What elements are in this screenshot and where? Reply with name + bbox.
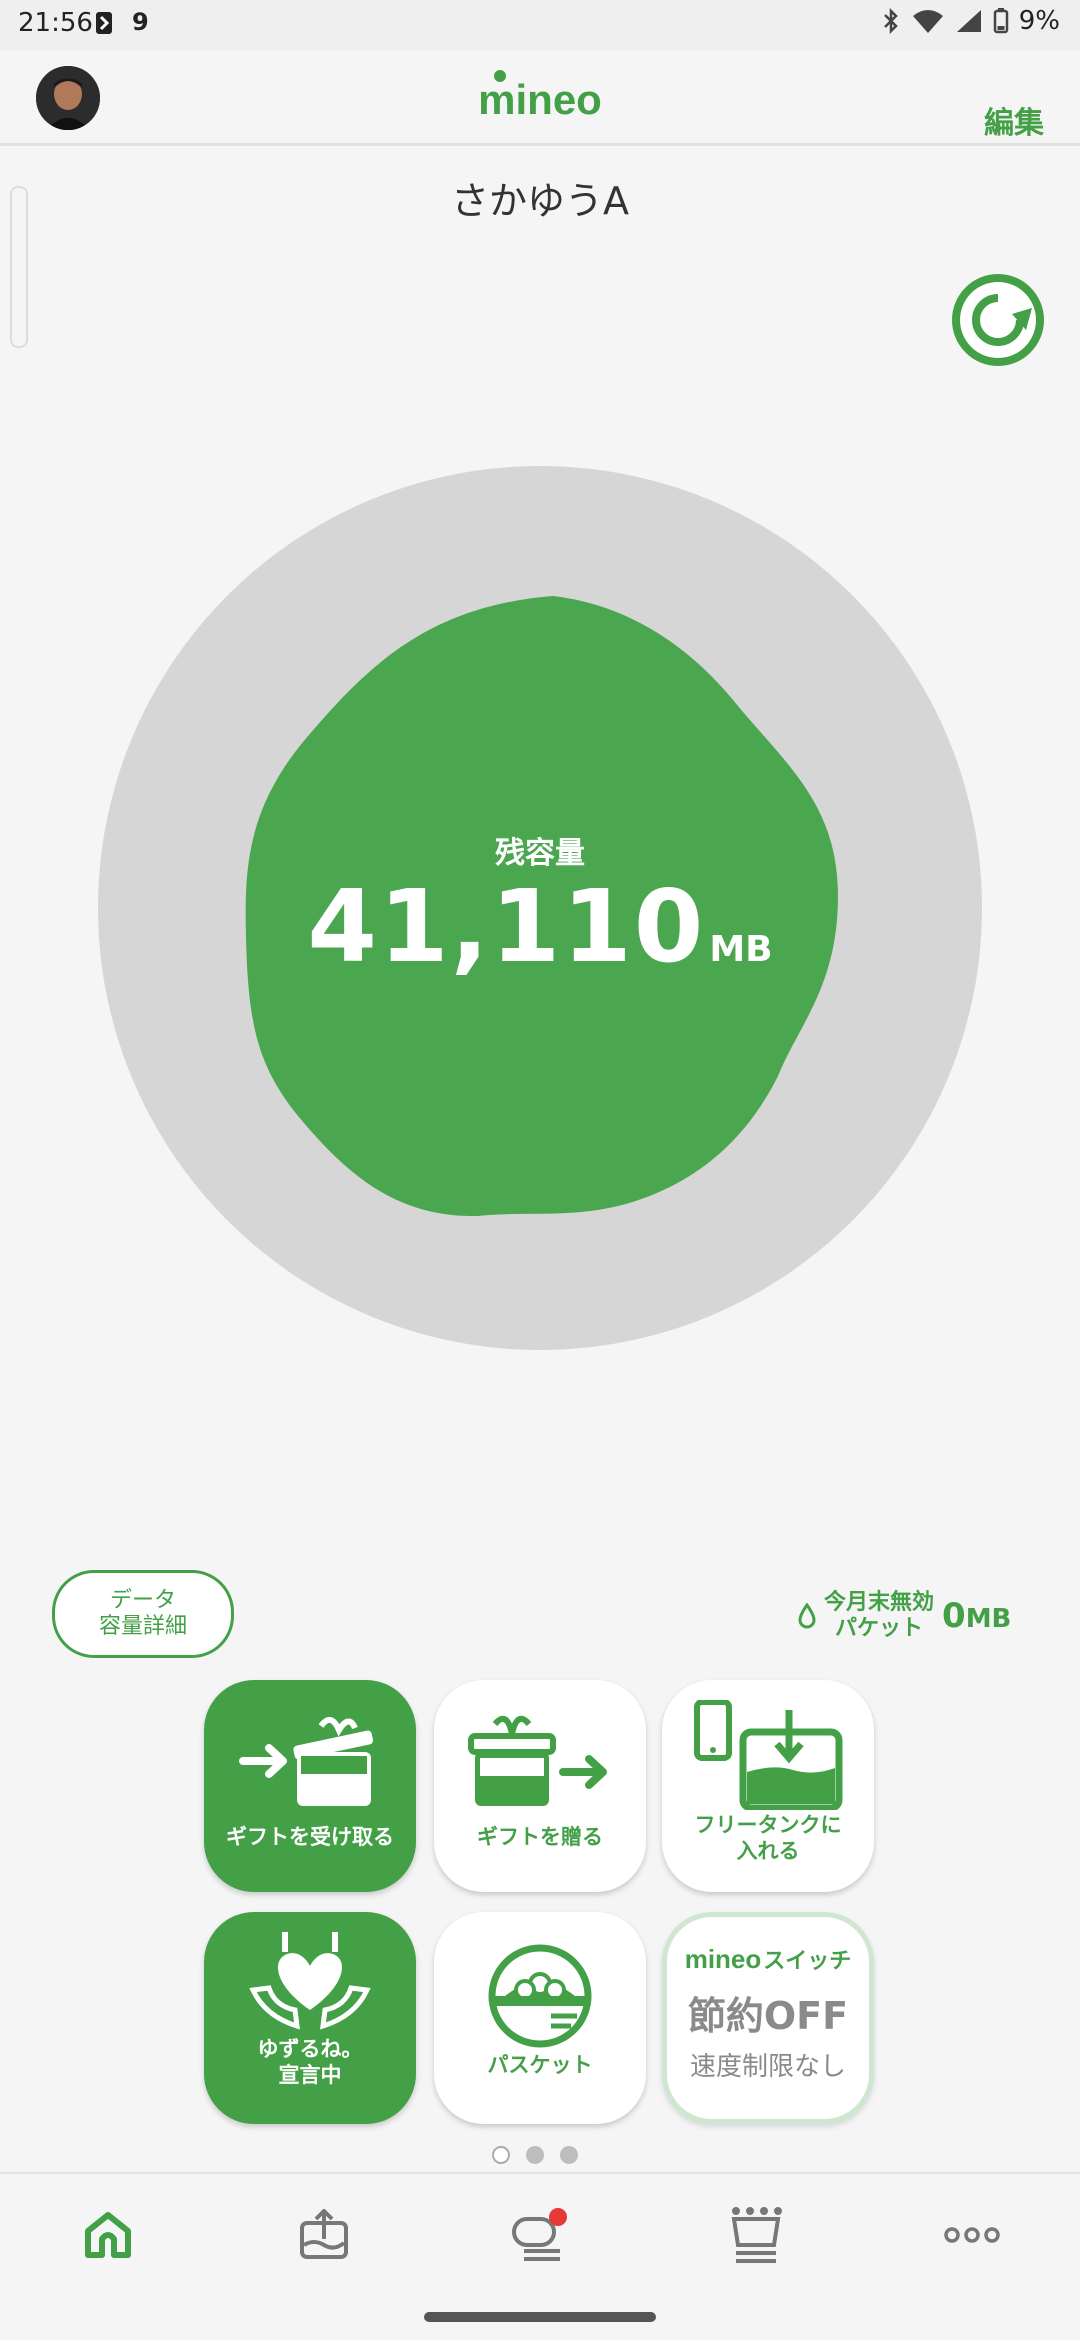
edit-button[interactable]: 編集 bbox=[984, 98, 1044, 142]
status-icons: 9% bbox=[881, 6, 1060, 36]
nav-ranking[interactable] bbox=[716, 2200, 796, 2270]
switch-status: 節約OFF bbox=[687, 1994, 849, 2038]
droplet-icon bbox=[798, 1603, 816, 1629]
gauge-label: 残容量 bbox=[495, 836, 585, 871]
upload-tank-icon bbox=[300, 2209, 348, 2259]
pasket-label: パスケット bbox=[487, 2053, 593, 2077]
nav-share[interactable] bbox=[284, 2200, 364, 2270]
expiring-packet-unit: MB bbox=[965, 1604, 1012, 1634]
page-dot-1[interactable] bbox=[492, 2146, 510, 2164]
notification-icon bbox=[94, 10, 116, 40]
gauge-value: 41,110 bbox=[307, 868, 706, 985]
gift-send-button[interactable]: ギフトを贈る bbox=[434, 1680, 646, 1892]
detail-button-line2: 容量詳細 bbox=[98, 1614, 187, 1639]
page-dot-2[interactable] bbox=[526, 2146, 544, 2164]
line-name[interactable]: さかゆうA bbox=[0, 170, 1080, 225]
signal-icon bbox=[956, 10, 981, 32]
nav-home[interactable] bbox=[68, 2200, 148, 2270]
chat-badge bbox=[549, 2208, 567, 2226]
remaining-data: 41,110 MB bbox=[0, 868, 1080, 985]
switch-logo: mineo bbox=[684, 1944, 762, 1974]
gauge-unit: MB bbox=[709, 929, 773, 970]
wifi-icon bbox=[912, 10, 943, 33]
switch-title: スイッチ bbox=[763, 1949, 852, 1974]
free-tank-label: フリータンクに 入れる bbox=[695, 1812, 842, 1864]
more-icon bbox=[944, 2227, 1000, 2243]
refresh-button[interactable] bbox=[950, 272, 1046, 368]
pasket-button[interactable]: パスケット bbox=[434, 1912, 646, 2124]
mineo-logo: mineo bbox=[460, 66, 620, 126]
page-indicator bbox=[492, 2146, 578, 2164]
notification-count: 9 bbox=[132, 8, 149, 36]
gift-receive-label: ギフトを受け取る bbox=[226, 1825, 394, 1849]
data-detail-button[interactable]: データ 容量詳細 bbox=[52, 1570, 234, 1658]
logo-text: mineo bbox=[478, 76, 602, 123]
page-dot-3[interactable] bbox=[560, 2146, 578, 2164]
detail-button-line1: データ bbox=[109, 1588, 176, 1613]
switch-speed-status: 速度制限なし bbox=[689, 2052, 846, 2082]
mineo-switch-button[interactable]: mineo スイッチ 節約OFF 速度制限なし bbox=[662, 1912, 874, 2124]
expiring-label-line1: 今月末無効 bbox=[824, 1590, 935, 1615]
expiring-label-line2: パケット bbox=[835, 1616, 924, 1641]
crown-icon bbox=[731, 2207, 782, 2263]
free-tank-icon bbox=[694, 1700, 843, 1810]
gift-receive-button[interactable]: ギフトを受け取る bbox=[204, 1680, 416, 1892]
nav-more[interactable] bbox=[932, 2200, 1012, 2270]
basket-icon bbox=[488, 1944, 592, 2048]
expiring-packet-value: 0 bbox=[942, 1596, 966, 1636]
battery-percent: 9% bbox=[1018, 6, 1060, 36]
refresh-icon bbox=[952, 274, 1044, 366]
yuzurune-label-line2: 宣言中 bbox=[278, 2063, 342, 2087]
chat-icon bbox=[512, 2208, 567, 2261]
expiring-packet: 今月末無効 パケット 0MB bbox=[798, 1590, 1011, 1642]
yuzurune-label: ゆずるね。 宣言中 bbox=[258, 2036, 363, 2088]
gift-receive-icon bbox=[239, 1717, 374, 1806]
heart-hands-icon bbox=[249, 1932, 371, 2030]
nav-chat[interactable] bbox=[500, 2200, 580, 2270]
gift-send-icon bbox=[468, 1715, 607, 1806]
avatar[interactable] bbox=[36, 66, 100, 130]
expiring-packet-label: 今月末無効 パケット bbox=[824, 1590, 934, 1642]
free-tank-button[interactable]: フリータンクに 入れる bbox=[662, 1680, 874, 1892]
gift-send-label: ギフトを贈る bbox=[477, 1825, 603, 1849]
yuzurune-button[interactable]: ゆずるね。 宣言中 bbox=[204, 1912, 416, 2124]
free-tank-label-line1: フリータンクに bbox=[694, 1813, 842, 1837]
free-tank-label-line2: 入れる bbox=[736, 1839, 800, 1863]
bluetooth-icon bbox=[883, 8, 898, 34]
battery-icon bbox=[993, 8, 1008, 34]
status-time: 21:56 bbox=[18, 8, 93, 38]
yuzurune-label-line1: ゆずるね。 bbox=[257, 2037, 363, 2061]
home-icon bbox=[85, 2212, 131, 2258]
switch-header: mineo スイッチ bbox=[685, 1943, 852, 1975]
gesture-bar[interactable] bbox=[424, 2312, 656, 2322]
